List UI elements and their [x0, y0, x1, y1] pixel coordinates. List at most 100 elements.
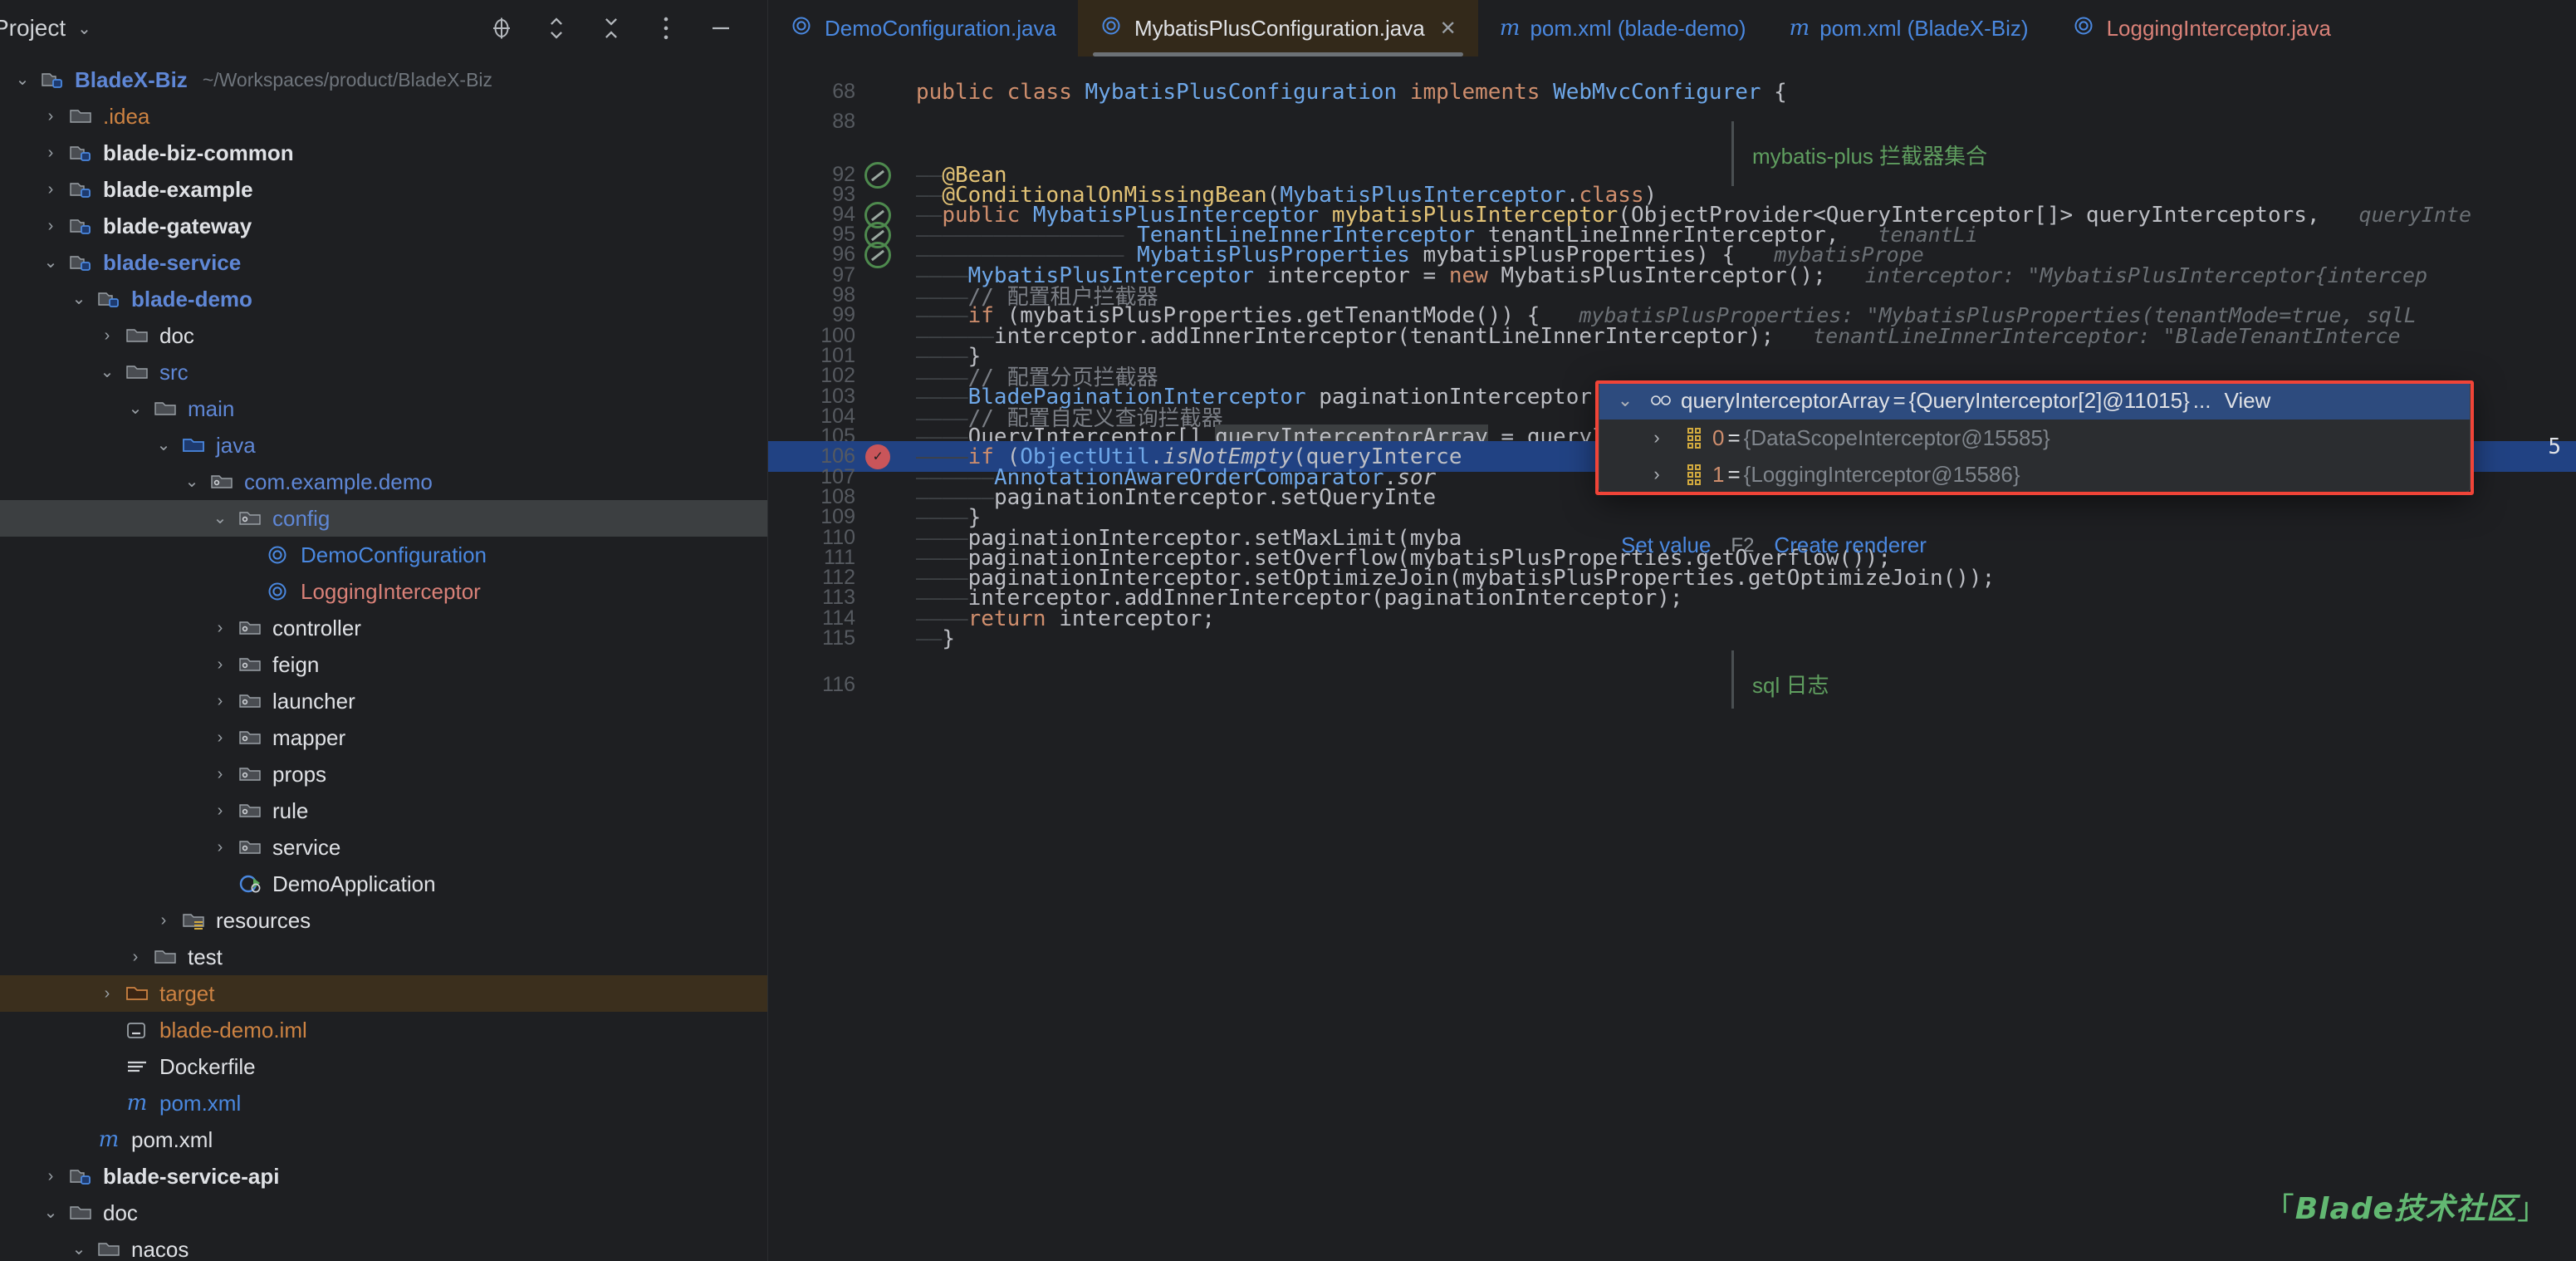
tab-democonfiguration-java[interactable]: DemoConfiguration.java: [768, 0, 1078, 56]
maven-icon: m: [1789, 16, 1810, 41]
debug-popup-child-row[interactable]: › 1 = {LoggingInterceptor@15586}: [1599, 456, 2470, 493]
chevron-right-icon[interactable]: ›: [1638, 464, 1676, 485]
chevron-right-icon[interactable]: ›: [37, 218, 65, 234]
code-line-116[interactable]: 116: [768, 670, 2576, 700]
tree-item-config[interactable]: ⌄ config: [0, 500, 767, 537]
tree-item-logginginterceptor[interactable]: › LoggingInterceptor: [0, 573, 767, 610]
tree-item-blade-example[interactable]: › blade-example: [0, 171, 767, 208]
chevron-down-icon[interactable]: ⌄: [1606, 390, 1644, 411]
package-icon: [234, 508, 266, 529]
tree-item-doc[interactable]: ⌄ doc: [0, 1195, 767, 1231]
debug-popup-tree[interactable]: ⌄ queryInterceptorArray = {QueryIntercep…: [1599, 381, 2470, 493]
debug-popup-children[interactable]: › 0 = {DataScopeInterceptor@15585} › 1 = {Loggi…: [1599, 420, 2470, 493]
tree-item-resources[interactable]: › resources: [0, 902, 767, 939]
chevron-down-icon[interactable]: ⌄: [65, 291, 93, 307]
chevron-right-icon[interactable]: ›: [149, 912, 178, 929]
hide-panel-icon[interactable]: [708, 15, 734, 42]
chevron-down-icon[interactable]: ⌄: [8, 71, 37, 88]
tree-item-src[interactable]: ⌄ src: [0, 354, 767, 390]
tree-item-pom-xml[interactable]: ›mpom.xml: [0, 1085, 767, 1121]
code-line-68[interactable]: 68 public class MybatisPlusConfiguration …: [768, 76, 2576, 107]
tree-item-nacos[interactable]: ⌄ nacos: [0, 1231, 767, 1261]
chevron-right-icon[interactable]: ›: [121, 949, 149, 965]
tree-item-target[interactable]: › target: [0, 975, 767, 1012]
chevron-right-icon[interactable]: ›: [37, 145, 65, 161]
tab-logginginterceptor-java[interactable]: LoggingInterceptor.java: [2050, 0, 2353, 56]
expand-collapse-icon[interactable]: [543, 15, 570, 42]
tree-item-rule[interactable]: › rule: [0, 792, 767, 829]
chevron-down-icon[interactable]: ⌄: [93, 364, 121, 380]
chevron-right-icon[interactable]: ›: [1638, 427, 1676, 449]
tree-item-launcher[interactable]: › launcher: [0, 683, 767, 719]
tree-item-main[interactable]: ⌄ main: [0, 390, 767, 427]
tab-mybatisplusconfiguration-java[interactable]: MybatisPlusConfiguration.java ✕: [1077, 0, 1478, 56]
chevron-right-icon[interactable]: ›: [206, 656, 234, 673]
locate-icon[interactable]: [488, 15, 515, 42]
tree-item-label: java: [216, 433, 256, 458]
chevron-right-icon[interactable]: ›: [206, 729, 234, 746]
code-line-115[interactable]: 115 ——}: [768, 623, 2576, 654]
maven-icon: m: [126, 1091, 148, 1116]
chevron-right-icon[interactable]: ›: [93, 327, 121, 344]
tree-item-blade-demo[interactable]: ⌄ blade-demo: [0, 281, 767, 317]
package-icon: [234, 800, 266, 822]
chevron-right-icon[interactable]: ›: [206, 802, 234, 819]
chevron-right-icon[interactable]: ›: [206, 620, 234, 636]
editor-tabbar[interactable]: DemoConfiguration.java MybatisPlusConfig…: [768, 0, 2576, 56]
more-options-icon[interactable]: [653, 15, 679, 42]
tab-pom-xml-bladex-biz-[interactable]: m pom.xml (BladeX-Biz): [1768, 0, 2050, 56]
tree-item-bladex-biz[interactable]: ⌄ BladeX-Biz ~/Workspaces/product/BladeX-…: [0, 61, 767, 98]
project-panel-header: Project ⌄: [0, 0, 767, 56]
debug-popup-child-row[interactable]: › 0 = {DataScopeInterceptor@15585}: [1599, 420, 2470, 456]
tree-item-service[interactable]: › service: [0, 829, 767, 866]
chevron-right-icon[interactable]: ›: [37, 108, 65, 125]
chevron-down-icon[interactable]: ⌄: [77, 18, 91, 38]
debug-value-popup[interactable]: ⌄ queryInterceptorArray = {QueryIntercep…: [1599, 380, 2471, 557]
project-file-tree[interactable]: ⌄ BladeX-Biz ~/Workspaces/product/BladeX-…: [0, 56, 767, 1261]
tree-item-com-example-demo[interactable]: ⌄ com.example.demo: [0, 464, 767, 500]
tree-item-blade-demo-iml[interactable]: › blade-demo.iml: [0, 1012, 767, 1048]
chevron-down-icon[interactable]: ⌄: [149, 437, 178, 454]
collapse-all-icon[interactable]: [598, 15, 624, 42]
tree-item-blade-service[interactable]: ⌄ blade-service: [0, 244, 767, 281]
chevron-right-icon[interactable]: ›: [93, 985, 121, 1002]
tree-item-blade-gateway[interactable]: › blade-gateway: [0, 208, 767, 244]
code-editor[interactable]: 68 public class MybatisPlusConfiguration …: [768, 56, 2576, 1261]
tree-item-dockerfile[interactable]: ›Dockerfile: [0, 1048, 767, 1085]
tree-item-controller[interactable]: › controller: [0, 610, 767, 646]
package-icon: [234, 617, 266, 639]
tree-item-props[interactable]: › props: [0, 756, 767, 792]
tree-item-label: controller: [272, 616, 361, 640]
tree-item-pom-xml[interactable]: ›mpom.xml: [0, 1121, 767, 1158]
chevron-down-icon[interactable]: ⌄: [65, 1241, 93, 1258]
chevron-down-icon[interactable]: ⌄: [121, 400, 149, 417]
chevron-down-icon[interactable]: ⌄: [37, 254, 65, 271]
maven-icon: m: [98, 1127, 120, 1152]
chevron-right-icon[interactable]: ›: [206, 839, 234, 856]
close-icon[interactable]: ✕: [1440, 17, 1457, 41]
chevron-down-icon[interactable]: ⌄: [37, 1205, 65, 1221]
set-value-link[interactable]: Set value: [1621, 532, 1711, 558]
create-renderer-link[interactable]: Create renderer: [1774, 532, 1927, 558]
chevron-down-icon[interactable]: ⌄: [206, 510, 234, 527]
chevron-down-icon[interactable]: ⌄: [178, 473, 206, 490]
tree-item--idea[interactable]: › .idea: [0, 98, 767, 135]
tab-pom-xml-blade-demo-[interactable]: m pom.xml (blade-demo): [1478, 0, 1768, 56]
tree-item-java[interactable]: ⌄ java: [0, 427, 767, 464]
tree-item-demoapplication[interactable]: › DemoApplication: [0, 866, 767, 902]
chevron-right-icon[interactable]: ›: [206, 766, 234, 783]
tree-item-blade-biz-common[interactable]: › blade-biz-common: [0, 135, 767, 171]
chevron-right-icon[interactable]: ›: [37, 1168, 65, 1185]
tree-item-test[interactable]: › test: [0, 939, 767, 975]
chevron-right-icon[interactable]: ›: [37, 181, 65, 198]
tree-item-doc[interactable]: › doc: [0, 317, 767, 354]
tree-item-label: DemoApplication: [272, 871, 436, 896]
tree-item-democonfiguration[interactable]: › DemoConfiguration: [0, 537, 767, 573]
tree-item-mapper[interactable]: › mapper: [0, 719, 767, 756]
tree-item-feign[interactable]: › feign: [0, 646, 767, 683]
tree-item-blade-service-api[interactable]: › blade-service-api: [0, 1158, 767, 1195]
chevron-right-icon[interactable]: ›: [206, 693, 234, 709]
debug-popup-root-row[interactable]: ⌄ queryInterceptorArray = {QueryIntercep…: [1599, 381, 2470, 420]
code-line-88[interactable]: 88: [768, 106, 2576, 137]
debug-view-link[interactable]: View: [2224, 388, 2270, 414]
